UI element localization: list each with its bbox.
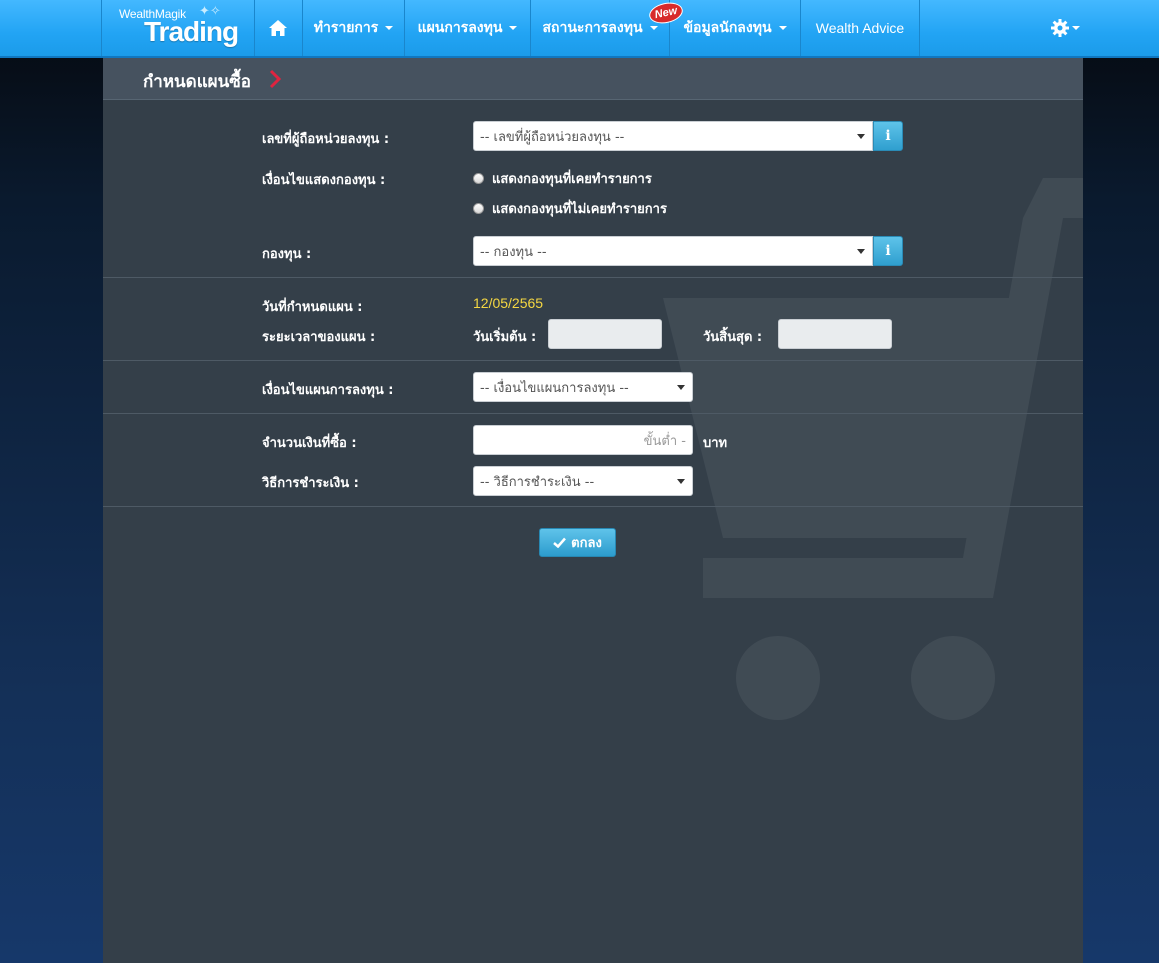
buy-plan-panel: กำหนดแผนซื้อ เลขที่ผู้ถือหน่วยลงทุน : --… — [103, 58, 1083, 963]
caret-down-icon — [677, 479, 685, 484]
holder-label: เลขที่ผู้ถือหน่วยลงทุน : — [262, 132, 390, 147]
holder-info-button[interactable]: i — [873, 121, 903, 151]
fund-info-button[interactable]: i — [873, 236, 903, 266]
amount-label: จำนวนเงินที่ซื้อ : — [262, 436, 357, 451]
holder-select[interactable]: -- เลขที่ผู้ถือหน่วยลงทุน -- — [473, 121, 873, 151]
plan-date-value: 12/05/2565 — [473, 295, 544, 311]
fund-select-value: -- กองทุน -- — [480, 244, 547, 260]
payment-select[interactable]: -- วิธีการชำระเงิน -- — [473, 466, 693, 496]
radio-not-traded[interactable]: แสดงกองทุนที่ไม่เคยทำรายการ — [473, 198, 667, 219]
fund-select[interactable]: -- กองทุน -- — [473, 236, 873, 266]
amount-unit: บาท — [703, 436, 728, 451]
start-date-label: วันเริ่มต้น : — [473, 330, 537, 345]
radio-button[interactable] — [473, 173, 484, 184]
section-divider — [103, 277, 1083, 278]
amount-placeholder: ขั้นต่ำ - — [643, 433, 686, 449]
nav-investor-info-label: ข้อมูลนักลงทุน — [683, 20, 772, 36]
nav-home[interactable] — [253, 0, 303, 56]
ok-button[interactable]: ตกลง — [539, 528, 616, 557]
caret-down-icon — [649, 26, 658, 30]
plan-condition-select[interactable]: -- เงื่อนไขแผนการลงทุน -- — [473, 372, 693, 402]
fund-condition-label: เงื่อนไขแสดงกองทุน : — [262, 173, 386, 188]
end-date-input[interactable] — [778, 319, 892, 349]
home-icon — [268, 20, 287, 36]
plan-condition-select-value: -- เงื่อนไขแผนการลงทุน -- — [480, 380, 629, 396]
nav-investor-info[interactable]: ข้อมูลนักลงทุน — [670, 0, 801, 56]
nav-investment-plan[interactable]: แผนการลงทุน — [405, 0, 531, 56]
gear-icon — [1051, 19, 1069, 37]
nav-wealth-advice[interactable]: Wealth Advice — [801, 0, 920, 56]
brand-logo[interactable]: WealthMagik ✦✧ Trading — [101, 0, 255, 56]
radio-traded[interactable]: แสดงกองทุนที่เคยทำรายการ — [473, 168, 652, 189]
check-icon — [553, 537, 567, 548]
payment-label: วิธีการชำระเงิน : — [262, 476, 359, 491]
page-title: กำหนดแผนซื้อ — [143, 72, 251, 92]
radio-not-traded-label: แสดงกองทุนที่ไม่เคยทำรายการ — [492, 202, 667, 217]
info-icon: i — [885, 128, 891, 144]
nav-investment-status[interactable]: สถานะการลงทุน — [531, 0, 670, 56]
amount-input[interactable]: ขั้นต่ำ - — [473, 425, 693, 455]
fund-label: กองทุน : — [262, 247, 312, 262]
caret-down-icon — [509, 26, 518, 30]
duration-label: ระยะเวลาของแผน : — [262, 330, 376, 345]
section-divider — [103, 360, 1083, 361]
holder-select-value: -- เลขที่ผู้ถือหน่วยลงทุน -- — [480, 129, 625, 145]
radio-button[interactable] — [473, 203, 484, 214]
chevron-right-icon — [269, 69, 281, 89]
ok-button-label: ตกลง — [571, 536, 602, 551]
top-navbar: WealthMagik ✦✧ Trading ทำรายการ แผนการลง… — [0, 0, 1159, 58]
nav-transactions-label: ทำรายการ — [313, 20, 379, 36]
section-divider — [103, 413, 1083, 414]
nav-wealth-advice-label: Wealth Advice — [815, 20, 905, 36]
caret-down-icon — [677, 385, 685, 390]
plan-date-label: วันที่กำหนดแผน : — [262, 300, 363, 315]
nav-transactions[interactable]: ทำรายการ — [303, 0, 405, 56]
nav-investment-plan-label: แผนการลงทุน — [417, 20, 503, 36]
panel-header: กำหนดแผนซื้อ — [103, 58, 1083, 100]
caret-down-icon — [857, 249, 865, 254]
caret-down-icon — [857, 134, 865, 139]
caret-down-icon — [385, 26, 394, 30]
plan-condition-label: เงื่อนไขแผนการลงทุน : — [262, 383, 394, 398]
start-date-input[interactable] — [548, 319, 662, 349]
nav-investment-status-label: สถานะการลงทุน — [542, 20, 643, 36]
end-date-label: วันสิ้นสุด : — [703, 330, 763, 345]
brand-big-text: Trading — [144, 16, 239, 47]
caret-down-icon — [1072, 26, 1080, 30]
radio-traded-label: แสดงกองทุนที่เคยทำรายการ — [492, 172, 652, 187]
payment-select-value: -- วิธีการชำระเงิน -- — [480, 474, 595, 490]
caret-down-icon — [778, 26, 787, 30]
section-divider — [103, 506, 1083, 507]
settings-menu[interactable] — [1050, 17, 1082, 39]
info-icon: i — [885, 243, 891, 259]
